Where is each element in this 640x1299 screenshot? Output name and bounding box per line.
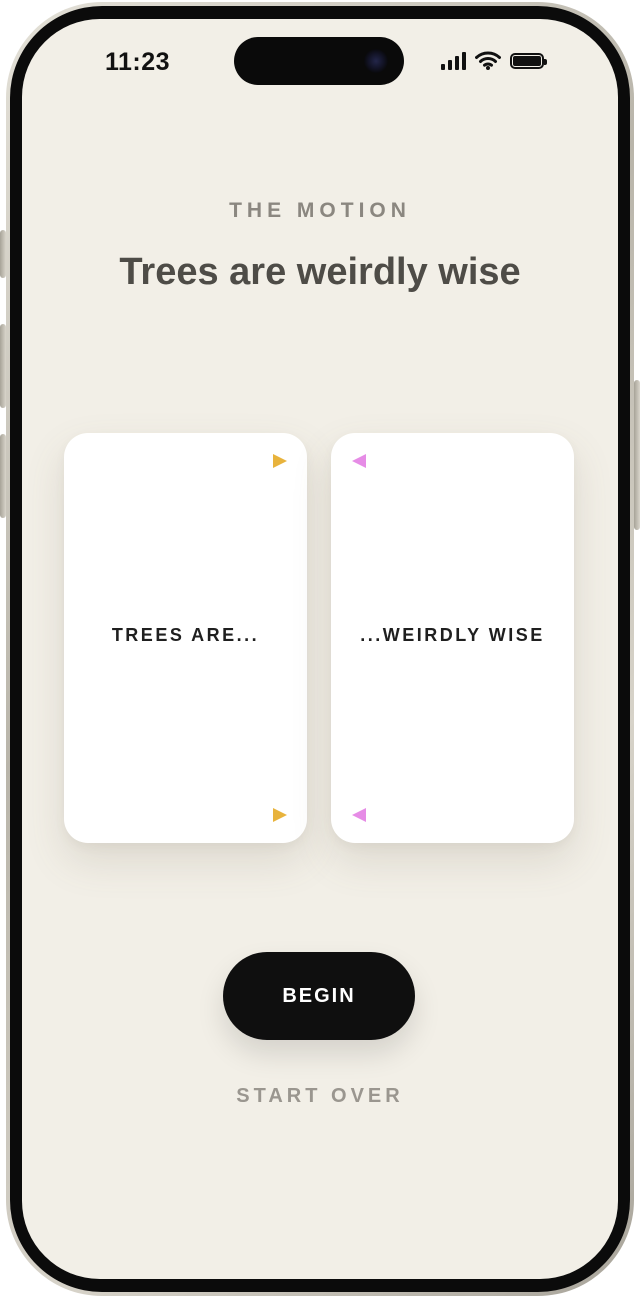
begin-button[interactable]: BEGIN <box>223 952 415 1040</box>
start-over-button[interactable]: START OVER <box>22 1085 618 1108</box>
battery-icon <box>510 52 547 69</box>
motion-card-right[interactable]: ...WEIRDLY WISE <box>331 433 574 843</box>
signal-icon <box>441 51 466 70</box>
wifi-icon <box>475 51 501 70</box>
card-text: TREES ARE... <box>111 625 260 645</box>
power-button <box>634 380 640 530</box>
card-text: ...WEIRDLY WISE <box>360 625 545 645</box>
triangle-left-icon <box>352 808 366 822</box>
camera-icon <box>364 49 388 73</box>
triangle-right-icon <box>273 454 287 468</box>
motion-eyebrow: THE MOTION <box>229 199 411 222</box>
volume-down-button <box>0 434 6 518</box>
motion-title: Trees are weirdly wise <box>119 251 521 293</box>
app-screen: 11:23 THE MOTION Trees are weirdly wise … <box>22 19 618 1279</box>
motion-card-left[interactable]: TREES ARE... <box>64 433 307 843</box>
status-time: 11:23 <box>105 48 171 76</box>
dynamic-island <box>234 37 404 85</box>
status-icons <box>441 51 547 70</box>
triangle-left-icon <box>352 454 366 468</box>
volume-up-button <box>0 324 6 408</box>
triangle-right-icon <box>273 808 287 822</box>
action-button <box>0 230 6 278</box>
